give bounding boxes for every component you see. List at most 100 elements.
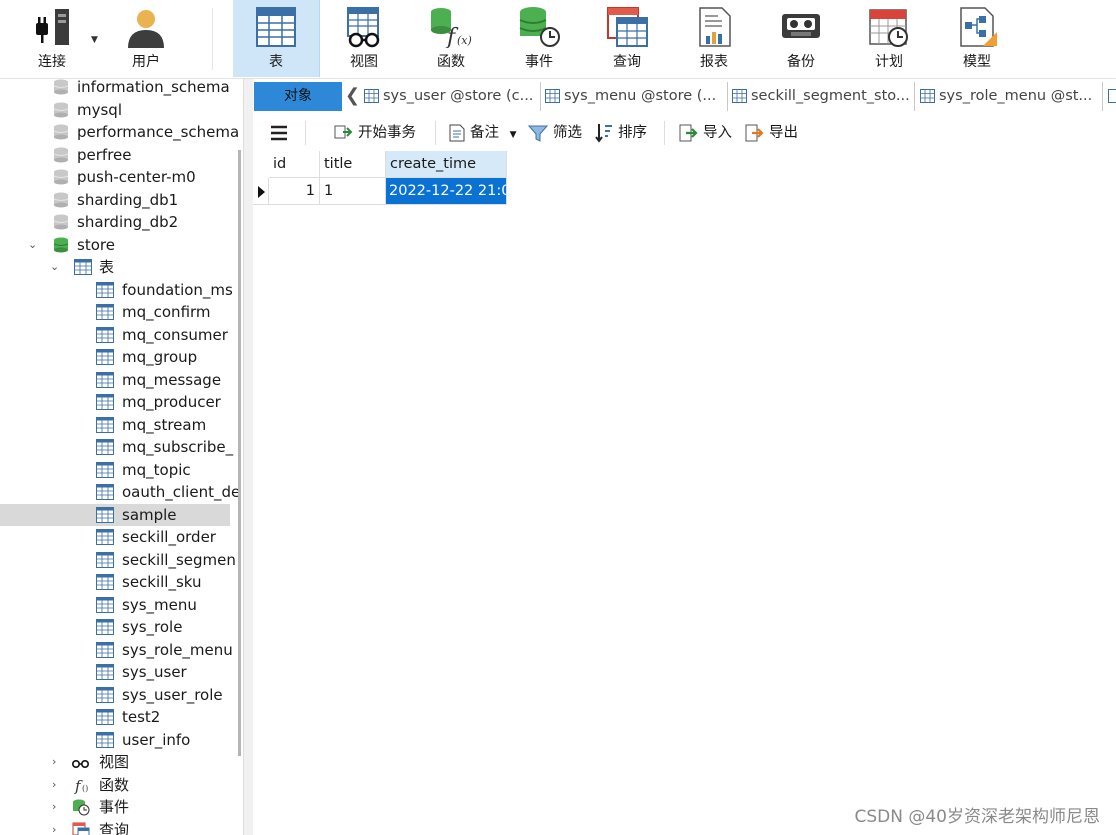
chevron-right-icon[interactable]: › bbox=[52, 774, 56, 796]
user-button[interactable]: 用户 bbox=[108, 0, 184, 77]
tree-db-perfree[interactable]: perfree bbox=[0, 144, 230, 166]
tree-table-sys-user-role[interactable]: sys_user_role bbox=[0, 684, 230, 706]
table-icon bbox=[96, 349, 114, 365]
tree-table-sys-menu-label: sys_menu bbox=[122, 595, 197, 614]
backup-icon bbox=[782, 14, 820, 38]
tree-table-seckill-order[interactable]: seckill_order bbox=[0, 526, 230, 548]
row-indicator-icon[interactable] bbox=[253, 178, 269, 205]
query-icon bbox=[607, 7, 648, 47]
table-button[interactable]: 表 bbox=[233, 0, 320, 77]
tree-table-sys-user[interactable]: sys_user bbox=[0, 661, 230, 683]
table-icon bbox=[364, 89, 379, 103]
tree-table-mq-producer[interactable]: mq_producer bbox=[0, 391, 230, 413]
query-button[interactable]: 查询 bbox=[584, 0, 670, 77]
backup-button[interactable]: 备份 bbox=[758, 0, 844, 77]
cell-create-time[interactable]: 2022-12-22 21:0 bbox=[386, 178, 507, 205]
chevron-down-icon[interactable]: ▼ bbox=[91, 35, 98, 45]
tree-functions-folder[interactable]: › f() 函数 bbox=[0, 774, 230, 796]
tree-table-mq-consumer[interactable]: mq_consumer bbox=[0, 324, 230, 346]
import-button[interactable]: 导入 bbox=[678, 123, 732, 143]
table-icon bbox=[96, 529, 114, 545]
filter-button[interactable]: 筛选 bbox=[528, 123, 582, 143]
tree-table-test2[interactable]: test2 bbox=[0, 706, 230, 728]
table-icon bbox=[256, 7, 296, 47]
tree-db-sharding-db2[interactable]: sharding_db2 bbox=[0, 211, 230, 233]
chevron-down-icon[interactable]: ⌄ bbox=[28, 234, 37, 256]
cell-title[interactable]: 1 bbox=[320, 178, 386, 205]
tree-table-mq-subscribe-[interactable]: mq_subscribe_ bbox=[0, 436, 233, 458]
menu-icon[interactable] bbox=[270, 125, 288, 141]
tab-seckill-segment[interactable]: seckill_segment_sto... bbox=[732, 82, 915, 111]
tree-table-sys-role-menu[interactable]: sys_role_menu bbox=[0, 639, 233, 661]
tree-db-sharding-db1[interactable]: sharding_db1 bbox=[0, 189, 230, 211]
tree-table-mq-topic[interactable]: mq_topic bbox=[0, 459, 230, 481]
tree-table-mq-stream[interactable]: mq_stream bbox=[0, 414, 230, 436]
table-icon[interactable] bbox=[1108, 89, 1116, 103]
tree-table-sys-role[interactable]: sys_role bbox=[0, 616, 230, 638]
export-button[interactable]: 导出 bbox=[744, 123, 798, 143]
tree-table-seckill-sku[interactable]: seckill_sku bbox=[0, 571, 230, 593]
chevron-down-icon[interactable]: ▼ bbox=[510, 130, 517, 140]
tree-queries-folder[interactable]: › 查询 bbox=[0, 819, 230, 835]
column-header-create-time[interactable]: create_time bbox=[386, 151, 507, 178]
export-icon bbox=[745, 124, 764, 142]
table-icon bbox=[96, 439, 114, 455]
chevron-right-icon[interactable]: › bbox=[52, 819, 56, 835]
tree-db-mysql[interactable]: mysql bbox=[0, 99, 230, 121]
tree-functions-folder-label: 函数 bbox=[99, 775, 130, 794]
connect-button[interactable]: 连接 bbox=[14, 0, 90, 77]
tab-sys-role-menu[interactable]: sys_role_menu @st... bbox=[920, 82, 1103, 111]
column-header-id[interactable]: id bbox=[269, 151, 320, 178]
event-button[interactable]: 事件 bbox=[496, 0, 582, 77]
tree-events-folder[interactable]: › 事件 bbox=[0, 796, 230, 818]
tree-table-seckill-segmen[interactable]: seckill_segmen bbox=[0, 549, 236, 571]
sort-button[interactable]: 排序 bbox=[595, 123, 647, 143]
memo-button[interactable]: 备注 ▼ bbox=[449, 123, 517, 143]
tree-tables-folder[interactable]: ⌄ 表 bbox=[0, 256, 230, 278]
tree-table-sample[interactable]: sample bbox=[0, 503, 230, 526]
model-button[interactable]: 模型 bbox=[934, 0, 1020, 77]
column-header-title[interactable]: title bbox=[320, 151, 386, 178]
tab-objects[interactable]: 对象 bbox=[254, 82, 342, 111]
tree-db-mysql-label: mysql bbox=[77, 100, 122, 119]
tree-table-oauth-client-de[interactable]: oauth_client_de bbox=[0, 481, 240, 503]
tree-table-mq-group[interactable]: mq_group bbox=[0, 346, 230, 368]
chevron-right-icon[interactable]: › bbox=[52, 751, 56, 773]
tree-db-push-center-m0[interactable]: push-center-m0 bbox=[0, 166, 230, 188]
tree-table-mq-confirm[interactable]: mq_confirm bbox=[0, 301, 230, 323]
table-icon bbox=[96, 326, 114, 343]
tab-sys-user[interactable]: sys_user @store (c... bbox=[364, 82, 541, 111]
tree-table-sys-role-menu-label: sys_role_menu bbox=[122, 640, 233, 659]
begin-transaction-button[interactable]: 开始事务 bbox=[333, 123, 416, 143]
tree-table-mq-message[interactable]: mq_message bbox=[0, 369, 230, 391]
tree-table-sys-menu[interactable]: sys_menu bbox=[0, 594, 230, 616]
chevron-right-icon[interactable]: › bbox=[52, 796, 56, 818]
chevron-down-icon[interactable]: ⌄ bbox=[50, 256, 59, 278]
tree-table-seckill-segmen-label: seckill_segmen bbox=[122, 550, 236, 569]
chevron-left-icon[interactable]: ❮ bbox=[345, 85, 360, 106]
report-label: 报表 bbox=[700, 54, 728, 70]
tab-sys-menu[interactable]: sys_menu @store (... bbox=[545, 82, 728, 111]
event-icon bbox=[519, 7, 560, 47]
svg-text:(x): (x) bbox=[457, 34, 472, 47]
function-button[interactable]: f (x) 函数 bbox=[408, 0, 494, 77]
table-icon bbox=[96, 596, 114, 613]
tree-db-information-schema-label: information_schema bbox=[77, 79, 230, 96]
tree-db-information-schema[interactable]: information_schema bbox=[0, 79, 230, 98]
schedule-button[interactable]: 计划 bbox=[846, 0, 932, 77]
tree-splitter[interactable] bbox=[243, 79, 253, 835]
tab-label: sys_role_menu @st... bbox=[939, 88, 1093, 104]
tree-table-user-info[interactable]: user_info bbox=[0, 729, 230, 751]
tree-table-mq-consumer-label: mq_consumer bbox=[122, 325, 228, 344]
tree-db-performance-schema[interactable]: performance_schema bbox=[0, 121, 239, 143]
report-button[interactable]: 报表 bbox=[672, 0, 756, 77]
function-label: 函数 bbox=[437, 54, 465, 70]
tree-db-store[interactable]: ⌄ store bbox=[0, 234, 230, 256]
schedule-label: 计划 bbox=[875, 54, 903, 70]
view-button[interactable]: 视图 bbox=[322, 0, 406, 77]
export-label: 导出 bbox=[769, 125, 798, 141]
cell-id[interactable]: 1 bbox=[269, 178, 320, 205]
tree-scrollbar[interactable] bbox=[238, 150, 241, 756]
tree-views-folder[interactable]: › 视图 bbox=[0, 751, 230, 773]
tree-table-foundation-ms[interactable]: foundation_ms bbox=[0, 279, 233, 301]
